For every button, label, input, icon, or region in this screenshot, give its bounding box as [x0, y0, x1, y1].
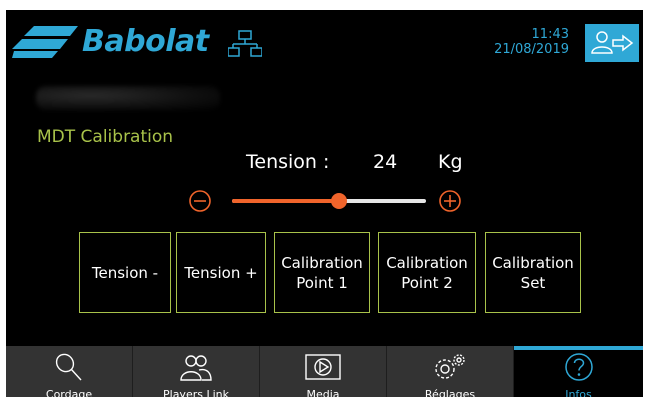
button-label-line2: Set	[520, 273, 546, 292]
players-icon	[180, 355, 212, 381]
tension-unit: Kg	[438, 151, 463, 173]
nav-item-reglages[interactable]: Réglages	[387, 346, 514, 397]
slider-fill	[232, 199, 339, 203]
nav-label: Cordage	[45, 388, 93, 397]
nav-label: Infos	[565, 388, 592, 397]
nav-label: Réglages	[424, 388, 476, 397]
button-label-line2: Point 2	[401, 273, 453, 292]
button-label: Tension -	[92, 263, 158, 283]
button-label: Calibration Point 1	[281, 253, 363, 293]
tension-slider[interactable]	[232, 193, 426, 209]
slider-handle[interactable]	[330, 193, 347, 209]
decrease-button[interactable]	[189, 190, 211, 212]
tension-minus-button[interactable]: Tension -	[79, 232, 171, 313]
logout-button[interactable]	[585, 24, 639, 62]
button-label-line1: Tension +	[184, 263, 258, 282]
play-icon	[305, 354, 341, 380]
calibration-point-2-button[interactable]: Calibration Point 2	[378, 232, 476, 313]
datetime: 11:43 21/08/2019	[494, 27, 569, 57]
nav-item-media[interactable]: Media	[260, 346, 387, 397]
nav-label: Players Link	[163, 388, 229, 397]
clock-date: 21/08/2019	[494, 42, 569, 57]
button-label: Calibration Point 2	[386, 253, 468, 293]
button-label-line2: Point 1	[296, 273, 348, 292]
tension-label: Tension :	[246, 151, 330, 173]
nav-label: Media	[306, 388, 340, 397]
gears-icon	[435, 354, 465, 379]
network-icon	[228, 30, 262, 57]
page-title: MDT Calibration	[37, 127, 174, 147]
button-label-line1: Calibration	[386, 253, 468, 272]
button-label: Tension +	[184, 263, 257, 283]
babolat-logo-icon	[12, 26, 78, 58]
device-screen: Babolat 11:43 21/08/2019 MDT Calibration…	[6, 10, 643, 397]
calibration-point-1-button[interactable]: Calibration Point 1	[274, 232, 370, 313]
button-label: Calibration Set	[492, 253, 574, 293]
increase-button[interactable]	[439, 190, 461, 212]
help-icon	[564, 353, 593, 381]
button-label-line1: Tension -	[91, 263, 159, 282]
button-label-line1: Calibration	[492, 253, 574, 272]
tension-value: 24	[373, 151, 398, 173]
redacted-info	[36, 86, 220, 110]
button-label-line1: Calibration	[281, 253, 363, 272]
bottom-nav: Cordage Players Link Media Réglages Info…	[6, 346, 643, 397]
calibration-set-button[interactable]: Calibration Set	[485, 232, 581, 313]
nav-item-players-link[interactable]: Players Link	[133, 346, 260, 397]
nav-item-cordage[interactable]: Cordage	[6, 346, 133, 397]
user-logout-icon	[591, 31, 634, 54]
clock-time: 11:43	[531, 27, 569, 42]
racket-icon	[55, 353, 82, 381]
nav-item-infos[interactable]: Infos	[514, 346, 643, 397]
tension-plus-button[interactable]: Tension +	[176, 232, 266, 313]
brand-name: Babolat	[82, 24, 209, 59]
